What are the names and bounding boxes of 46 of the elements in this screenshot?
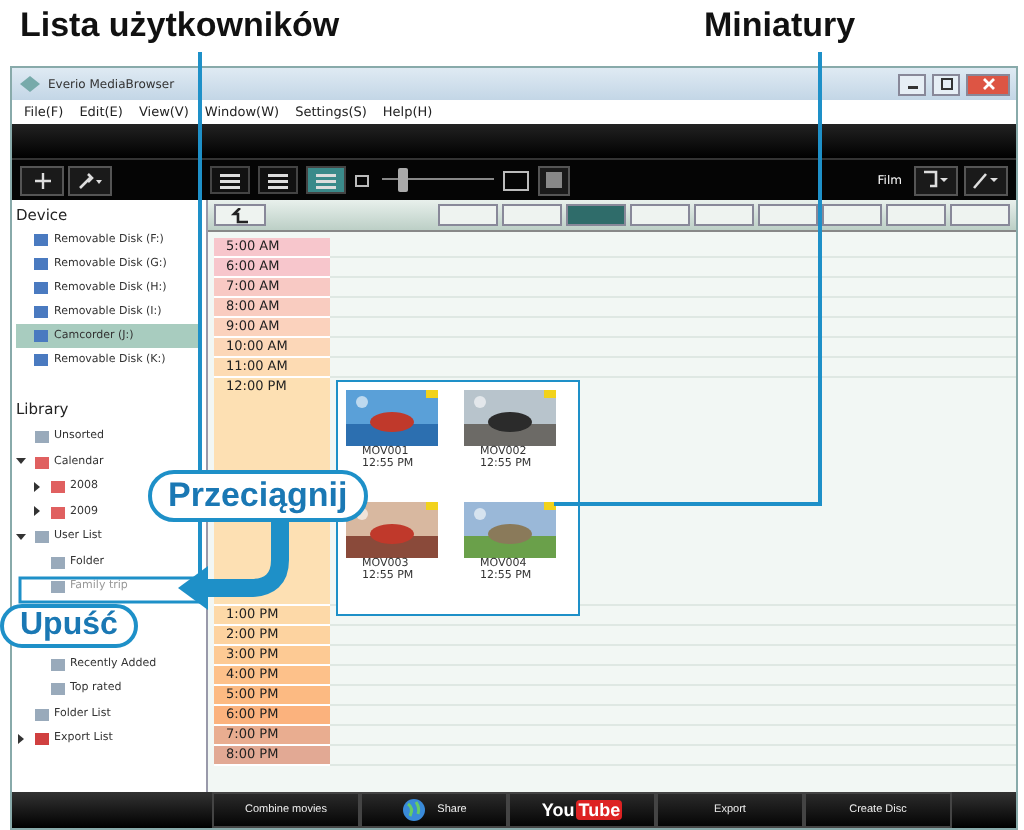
callout-label: Lista użytkowników	[20, 6, 340, 46]
drag-callout: Przeciągnij	[148, 470, 368, 522]
calendar-nav-button[interactable]	[822, 204, 882, 226]
expand-icon[interactable]	[32, 481, 42, 492]
view-button[interactable]	[306, 166, 346, 194]
app-icon	[18, 74, 42, 94]
calendar-nav-button[interactable]	[438, 204, 498, 226]
calendar-nav-button[interactable]	[630, 204, 690, 226]
tool-button[interactable]	[538, 165, 570, 195]
view-button[interactable]	[210, 166, 250, 194]
expand-icon[interactable]	[16, 733, 26, 744]
slider-thumb[interactable]	[398, 168, 409, 192]
drag-arrow	[178, 516, 289, 610]
globe-icon	[401, 798, 426, 822]
close-icon	[981, 78, 995, 90]
collapse-icon[interactable]	[16, 456, 26, 467]
calendar-nav-button[interactable]	[758, 204, 818, 226]
sort-icon	[922, 170, 950, 190]
pencil-icon	[972, 170, 1000, 190]
view-icon	[266, 171, 290, 189]
add-button[interactable]	[20, 165, 64, 195]
large-thumbnails-icon	[502, 169, 530, 191]
up-button[interactable]	[214, 204, 266, 226]
drop-callout: Upuść	[0, 604, 138, 648]
maximize-button[interactable]	[932, 73, 960, 95]
calendar-nav-button[interactable]	[694, 204, 754, 226]
maximize-icon	[939, 78, 953, 90]
collapse-icon[interactable]	[16, 531, 26, 542]
tools-button[interactable]	[68, 165, 112, 195]
close-button[interactable]	[966, 73, 1010, 95]
grid-icon	[544, 170, 564, 190]
small-thumbnails-icon	[354, 171, 374, 189]
callout-label: Miniatury	[704, 6, 856, 46]
plus-icon	[33, 171, 51, 189]
edit-dropdown[interactable]	[964, 165, 1008, 195]
action-button[interactable]: You Tube	[508, 792, 656, 828]
sort-dropdown[interactable]	[914, 165, 958, 195]
view-icon	[218, 171, 242, 189]
view-button[interactable]	[258, 166, 298, 194]
calendar-nav-button[interactable]	[950, 204, 1010, 226]
calendar-nav-button[interactable]	[886, 204, 946, 226]
wrench-icon	[78, 171, 102, 189]
expand-icon[interactable]	[32, 506, 42, 517]
minimize-button[interactable]	[898, 73, 926, 95]
calendar-nav-button[interactable]	[502, 204, 562, 226]
view-icon	[314, 171, 338, 189]
